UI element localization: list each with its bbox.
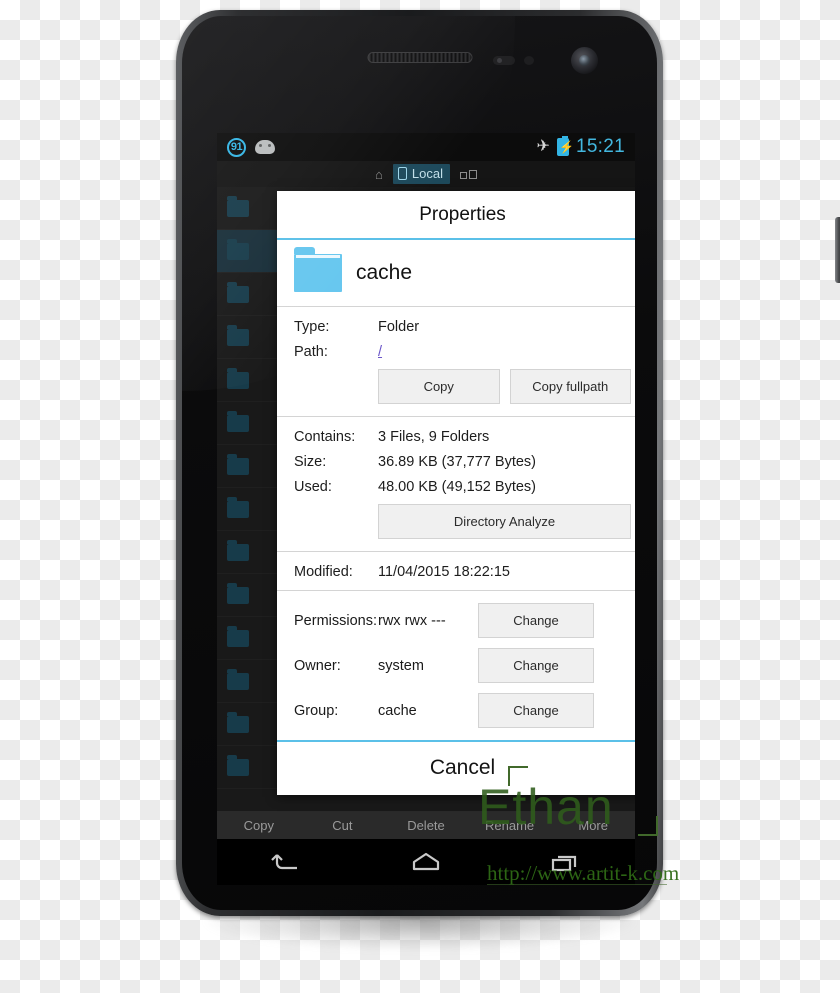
action-more-button[interactable]: More	[551, 818, 635, 833]
owner-label: Owner:	[294, 657, 341, 674]
used-value: 48.00 KB (49,152 Bytes)	[378, 479, 536, 495]
airplane-mode-icon: ✈	[536, 138, 550, 155]
status-bar-right-group: ✈ ⚡ 15:21	[537, 136, 625, 158]
back-arrow-icon[interactable]	[270, 849, 304, 875]
permissions-label: Permissions:	[294, 612, 377, 629]
file-name-label: cache	[356, 261, 413, 284]
directory-analyze-button[interactable]: Directory Analyze	[378, 504, 631, 539]
phone-storage-icon	[397, 167, 407, 180]
type-row: Type: Folder	[294, 319, 631, 335]
size-value: 36.89 KB (37,777 Bytes)	[378, 454, 536, 470]
used-row: Used: 48.00 KB (49,152 Bytes)	[294, 479, 631, 495]
android-navigation-bar	[217, 839, 635, 885]
recent-apps-icon[interactable]	[548, 849, 582, 875]
file-action-toolbar: Copy Cut Delete Rename More	[217, 811, 635, 839]
network-share-icon-part-a	[459, 171, 467, 179]
copy-fullpath-button[interactable]: Copy fullpath	[509, 369, 631, 404]
group-label: Group:	[294, 702, 339, 719]
network-share-icon[interactable]	[459, 169, 477, 179]
group-row: Group: cache Change	[294, 693, 631, 728]
home-icon[interactable]: ⌂	[375, 168, 383, 181]
owner-row: Owner: system Change	[294, 648, 631, 683]
path-copy-button-row: Copy Copy fullpath	[294, 369, 631, 404]
path-row: Path: /	[294, 344, 631, 360]
phone-bezel: 91 ✈ ⚡ 15:21 ⌂ Local Copy Cut Delete Ren…	[182, 16, 657, 910]
action-cut-button[interactable]: Cut	[301, 818, 385, 833]
modified-value: 11/04/2015 18:22:15	[378, 564, 510, 580]
phone-screen: 91 ✈ ⚡ 15:21 ⌂ Local Copy Cut Delete Ren…	[217, 133, 635, 885]
owner-change-button[interactable]: Change	[478, 648, 594, 683]
copy-button[interactable]: Copy	[378, 369, 500, 404]
notification-count-badge: 91	[227, 137, 246, 157]
battery-charging-bolt-icon: ⚡	[558, 140, 574, 154]
proximity-sensor-dot-icon	[497, 58, 502, 63]
dialog-section-type-path: Type: Folder Path: / Copy Copy fullpath	[277, 307, 635, 416]
dialog-title: Properties	[419, 204, 506, 225]
battery-charging-icon: ⚡	[556, 136, 574, 156]
status-bar-clock: 15:21	[575, 136, 625, 157]
watermark-underline	[487, 884, 667, 885]
home-nav-icon[interactable]	[409, 849, 443, 875]
tab-local[interactable]: Local	[392, 164, 450, 184]
watermark-bracket-top	[508, 766, 528, 786]
contains-label: Contains:	[294, 429, 356, 445]
watermark-bracket-bottom	[638, 816, 658, 836]
power-button[interactable]	[835, 217, 840, 283]
type-value: Folder	[378, 319, 420, 335]
phone-device-body: 91 ✈ ⚡ 15:21 ⌂ Local Copy Cut Delete Ren…	[176, 10, 840, 916]
contains-value: 3 Files, 9 Folders	[378, 429, 490, 445]
group-value: cache	[378, 702, 417, 719]
contains-row: Contains: 3 Files, 9 Folders	[294, 429, 631, 445]
type-label: Type:	[294, 319, 330, 335]
dialog-section-modified: Modified: 11/04/2015 18:22:15	[277, 552, 635, 590]
modified-row: Modified: 11/04/2015 18:22:15	[294, 564, 631, 580]
path-value-link[interactable]: /	[378, 344, 382, 360]
earpiece-speaker	[367, 52, 472, 63]
tab-local-label: Local	[411, 166, 443, 181]
android-face-icon	[255, 140, 275, 154]
dialog-section-permissions: Permissions: rwx rwx --- Change Owner: s…	[277, 591, 635, 740]
size-row: Size: 36.89 KB (37,777 Bytes)	[294, 454, 631, 470]
network-share-icon-part-b	[468, 169, 477, 179]
app-location-tabbar: ⌂ Local	[217, 161, 635, 187]
dialog-file-header: cache	[277, 240, 635, 306]
permissions-change-button[interactable]: Change	[478, 603, 594, 638]
properties-dialog: Properties cache Type: Folder Path: / Co…	[277, 191, 635, 795]
action-copy-button[interactable]: Copy	[217, 818, 301, 833]
action-delete-button[interactable]: Delete	[384, 818, 468, 833]
owner-value: system	[378, 657, 424, 674]
light-sensor-icon	[524, 56, 534, 65]
dialog-section-size: Contains: 3 Files, 9 Folders Size: 36.89…	[277, 417, 635, 551]
permissions-value: rwx rwx ---	[378, 612, 446, 629]
size-label: Size:	[294, 454, 327, 470]
group-change-button[interactable]: Change	[478, 693, 594, 728]
folder-icon	[294, 247, 342, 292]
android-status-bar: 91 ✈ ⚡ 15:21	[217, 133, 635, 161]
path-label: Path:	[294, 344, 328, 360]
cancel-button[interactable]: Cancel	[277, 742, 635, 795]
directory-analyze-button-row: Directory Analyze	[294, 504, 631, 539]
action-rename-button[interactable]: Rename	[468, 818, 552, 833]
modified-label: Modified:	[294, 564, 353, 580]
front-camera-lens-icon	[579, 55, 590, 66]
status-bar-left-group: 91	[227, 137, 275, 157]
used-label: Used:	[294, 479, 332, 495]
permissions-row: Permissions: rwx rwx --- Change	[294, 603, 631, 638]
